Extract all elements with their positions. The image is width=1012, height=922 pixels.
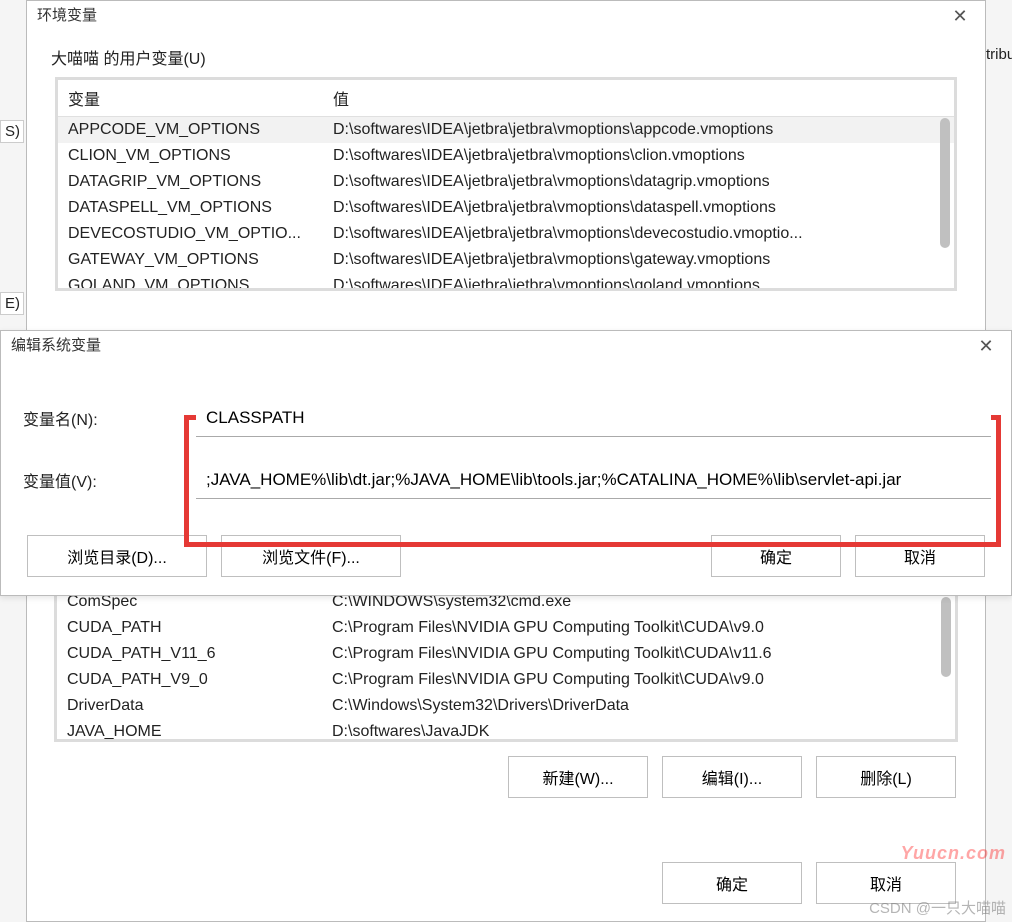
table-row[interactable]: GOLAND_VM_OPTIONSD:\softwares\IDEA\jetbr… bbox=[58, 273, 954, 291]
table-row[interactable]: DriverDataC:\Windows\System32\Drivers\Dr… bbox=[57, 693, 955, 719]
dialog-ok-button[interactable]: 确定 bbox=[711, 535, 841, 577]
table-row[interactable]: APPCODE_VM_OPTIONSD:\softwares\IDEA\jetb… bbox=[58, 117, 954, 144]
var-value-input[interactable] bbox=[196, 461, 991, 499]
bg-frag-s: S) bbox=[0, 120, 24, 143]
edit-variable-dialog: 编辑系统变量 ✕ 变量名(N): 变量值(V): 浏览目录(D)... 浏览文件… bbox=[0, 330, 1012, 596]
browse-dir-button[interactable]: 浏览目录(D)... bbox=[27, 535, 207, 577]
dialog-title: 编辑系统变量 bbox=[11, 331, 101, 361]
table-row[interactable]: DEVECOSTUDIO_VM_OPTIO...D:\softwares\IDE… bbox=[58, 221, 954, 247]
close-icon[interactable]: ✕ bbox=[945, 1, 975, 31]
watermark-csdn: CSDN @一只大喵喵 bbox=[869, 897, 1006, 918]
new-button[interactable]: 新建(W)... bbox=[508, 756, 648, 798]
bg-frag-e: E) bbox=[0, 292, 24, 315]
window-title: 环境变量 bbox=[37, 1, 97, 31]
delete-button[interactable]: 删除(L) bbox=[816, 756, 956, 798]
table-row[interactable]: CUDA_PATH_V9_0C:\Program Files\NVIDIA GP… bbox=[57, 667, 955, 693]
edit-button[interactable]: 编辑(I)... bbox=[662, 756, 802, 798]
user-vars-table[interactable]: 变量 值 APPCODE_VM_OPTIONSD:\softwares\IDEA… bbox=[55, 77, 957, 291]
close-icon[interactable]: ✕ bbox=[971, 331, 1001, 361]
table-row[interactable]: DATASPELL_VM_OPTIONSD:\softwares\IDEA\je… bbox=[58, 195, 954, 221]
table-row[interactable]: DATAGRIP_VM_OPTIONSD:\softwares\IDEA\jet… bbox=[58, 169, 954, 195]
var-name-label: 变量名(N): bbox=[21, 406, 196, 430]
table-row[interactable]: JAVA_HOMED:\softwares\JavaJDK bbox=[57, 719, 955, 742]
user-header-val[interactable]: 值 bbox=[323, 80, 954, 117]
user-header-var[interactable]: 变量 bbox=[58, 80, 323, 117]
table-row[interactable]: CUDA_PATH_V11_6C:\Program Files\NVIDIA G… bbox=[57, 641, 955, 667]
user-vars-label: 大喵喵 的用户变量(U) bbox=[27, 31, 985, 77]
bg-frag-tribu: tribu bbox=[982, 44, 1012, 65]
table-row[interactable]: GATEWAY_VM_OPTIONSD:\softwares\IDEA\jetb… bbox=[58, 247, 954, 273]
var-value-label: 变量值(V): bbox=[21, 468, 196, 492]
ok-button[interactable]: 确定 bbox=[662, 862, 802, 904]
watermark-yuucn: Yuucn.com bbox=[901, 843, 1006, 864]
system-vars-table[interactable]: ComSpecC:\WINDOWS\system32\cmd.exe CUDA_… bbox=[54, 586, 958, 742]
browse-file-button[interactable]: 浏览文件(F)... bbox=[221, 535, 401, 577]
system-vars-section: ComSpecC:\WINDOWS\system32\cmd.exe CUDA_… bbox=[26, 586, 986, 798]
var-name-input[interactable] bbox=[196, 399, 991, 437]
table-row[interactable]: CLION_VM_OPTIONSD:\softwares\IDEA\jetbra… bbox=[58, 143, 954, 169]
env-window-footer: 确定 取消 bbox=[26, 850, 986, 916]
dialog-cancel-button[interactable]: 取消 bbox=[855, 535, 985, 577]
table-row[interactable]: CUDA_PATHC:\Program Files\NVIDIA GPU Com… bbox=[57, 615, 955, 641]
